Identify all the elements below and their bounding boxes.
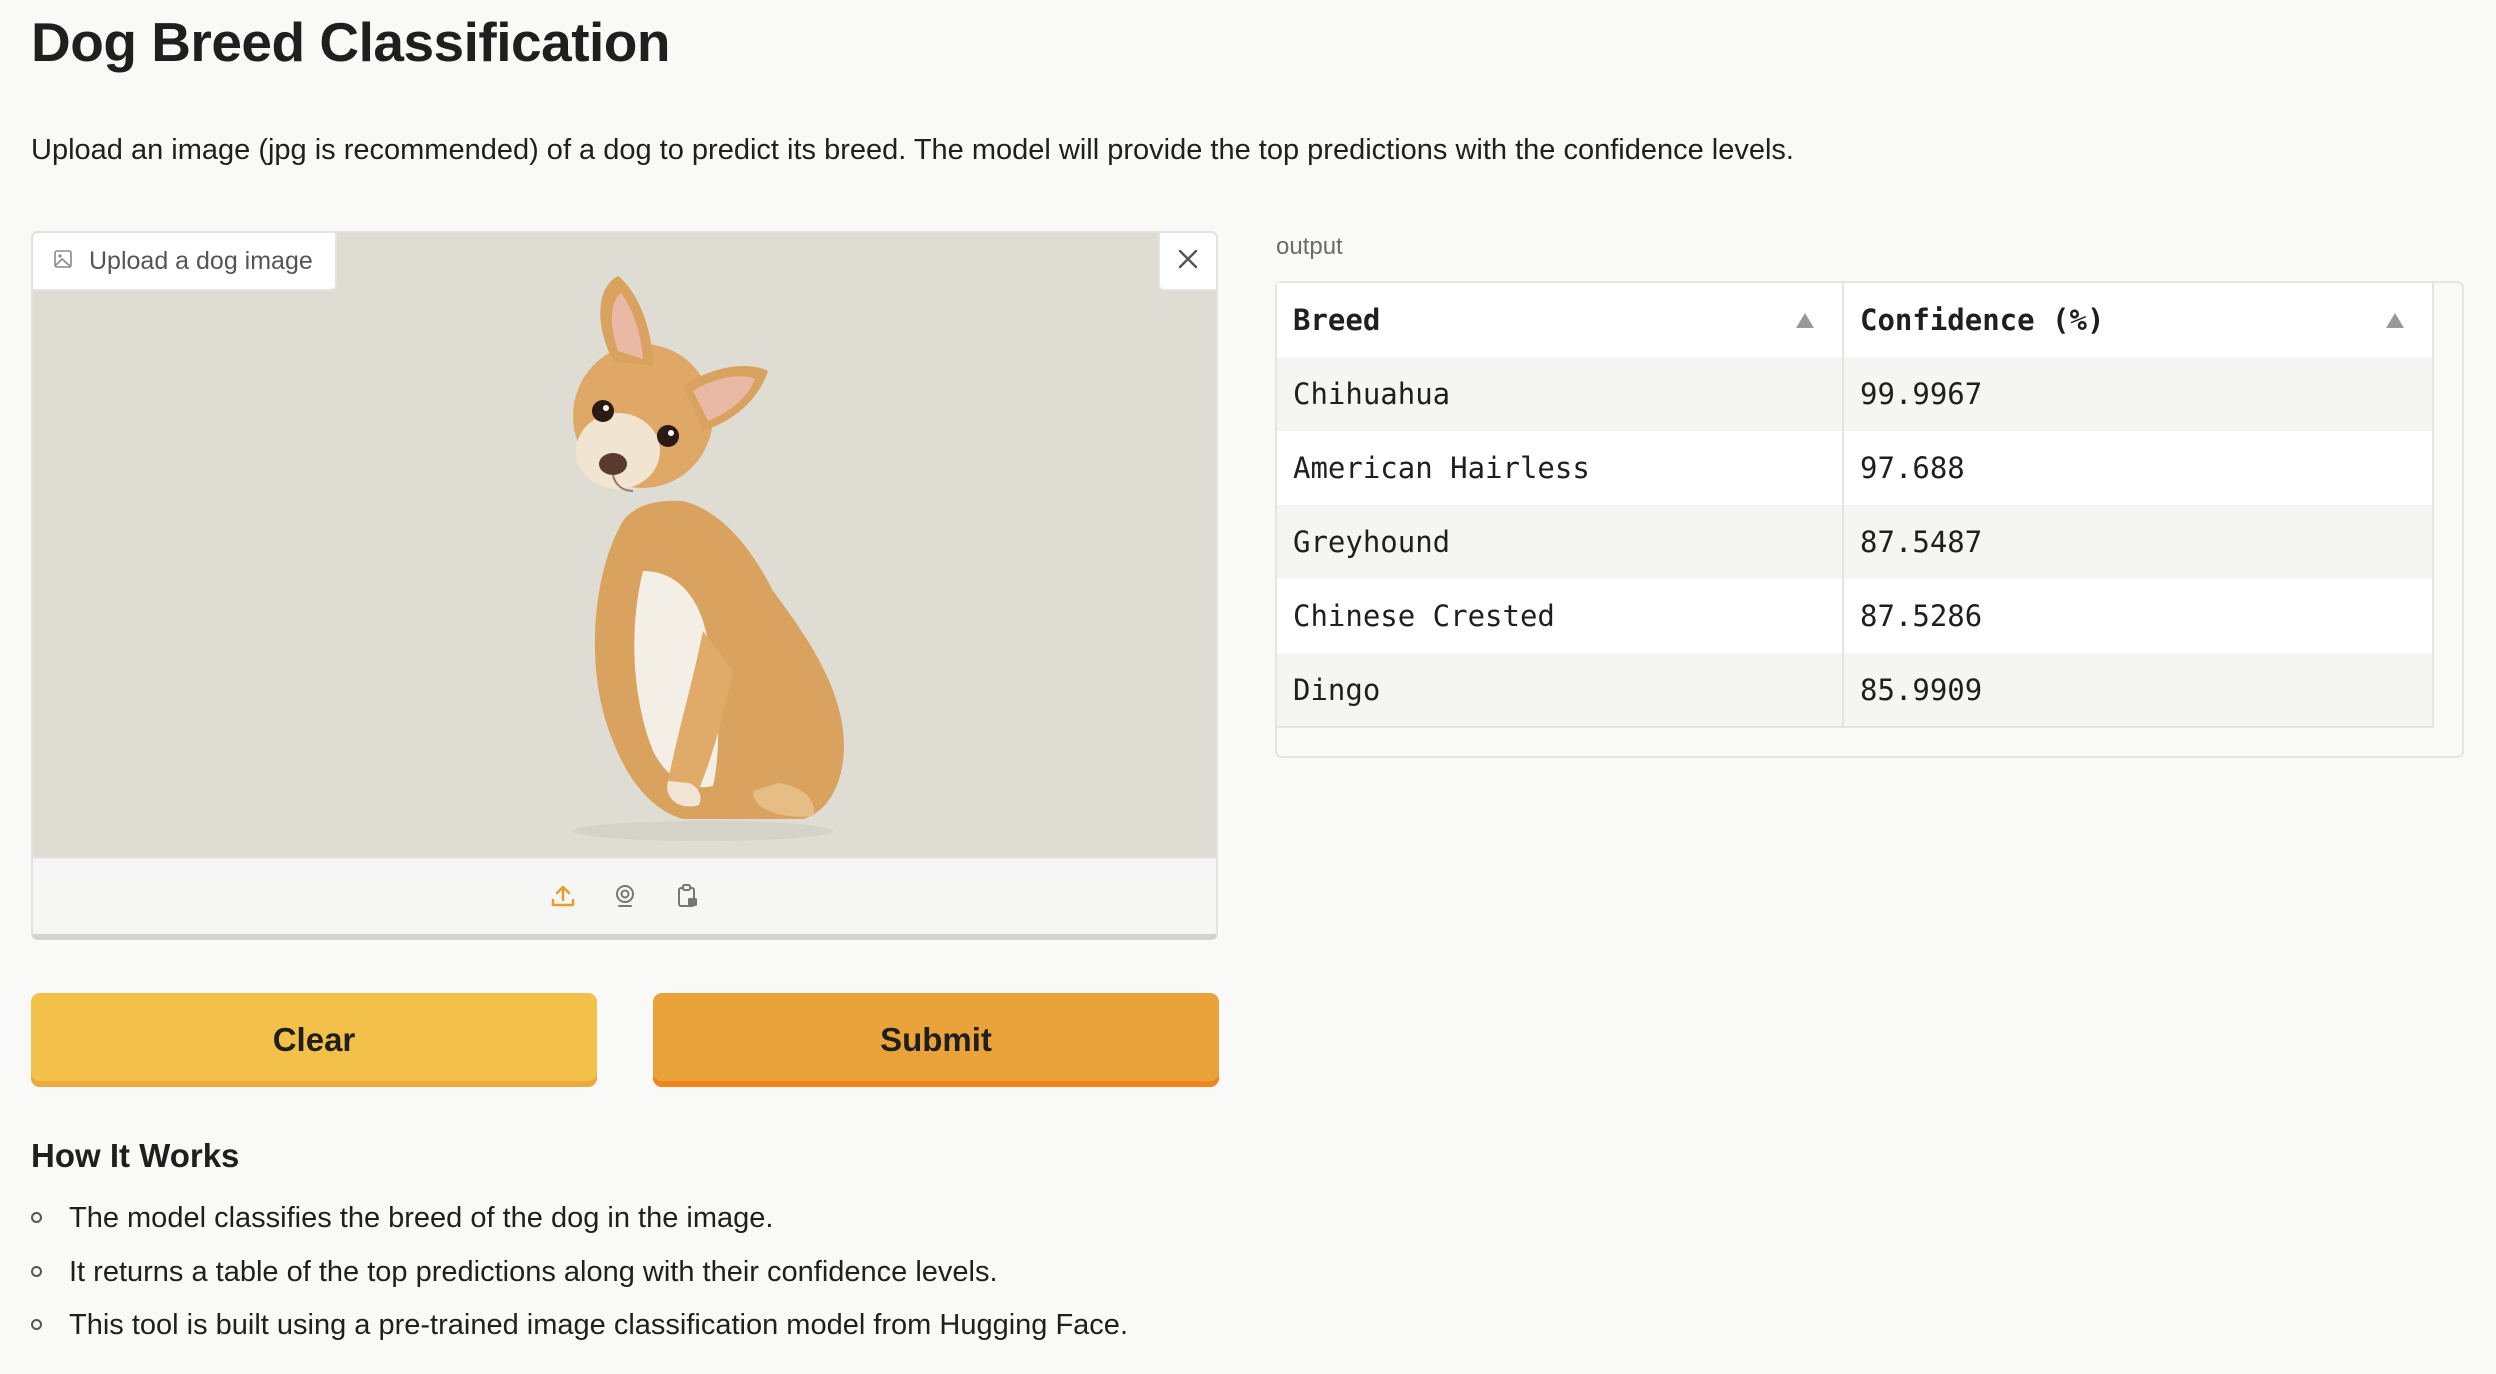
table-row: Chihuahua 99.9967 — [1277, 357, 2433, 431]
image-upload-panel[interactable]: Upload a dog image — [31, 231, 1218, 940]
table-row: American Hairless 97.688 — [1277, 431, 2433, 505]
image-icon — [53, 247, 73, 276]
bullet-icon — [31, 1265, 42, 1277]
submit-button[interactable]: Submit — [653, 993, 1219, 1087]
upload-label: Upload a dog image — [33, 233, 337, 291]
bullet-icon — [31, 1212, 42, 1223]
close-icon — [1176, 247, 1200, 276]
breed-cell[interactable]: Dingo — [1277, 653, 1844, 727]
list-item: The model classifies the breed of the do… — [31, 1194, 1128, 1248]
dog-image — [573, 276, 844, 841]
list-item: This tool is built using a pre-trained i… — [31, 1301, 1128, 1355]
breed-cell[interactable]: Chihuahua — [1277, 357, 1844, 431]
table-row: Dingo 85.9909 — [1277, 653, 2433, 727]
confidence-cell[interactable]: 85.9909 — [1843, 653, 2433, 727]
column-header-breed[interactable]: Breed — [1277, 283, 1844, 357]
upload-icon — [550, 883, 576, 914]
image-source-toolbar — [33, 857, 1216, 934]
confidence-cell[interactable]: 99.9967 — [1843, 357, 2433, 431]
output-panel: Breed Confidence (%) Chihuahua 99.9967 A… — [1275, 281, 2464, 758]
webcam-source-button[interactable] — [609, 883, 641, 915]
predictions-table: Breed Confidence (%) Chihuahua 99.9967 A… — [1277, 283, 2434, 728]
how-it-works-list: The model classifies the breed of the do… — [31, 1194, 1128, 1355]
column-header-label: Breed — [1293, 303, 1381, 337]
upload-label-text: Upload a dog image — [89, 246, 313, 275]
breed-cell[interactable]: Greyhound — [1277, 505, 1844, 579]
sort-arrow-icon[interactable] — [1796, 313, 1814, 328]
image-preview — [33, 233, 1216, 857]
list-item: It returns a table of the top prediction… — [31, 1248, 1128, 1302]
output-label: output — [1276, 233, 1343, 260]
webcam-icon — [612, 883, 638, 914]
breed-cell[interactable]: American Hairless — [1277, 431, 1844, 505]
column-header-label: Confidence (%) — [1860, 303, 2105, 337]
page-title: Dog Breed Classification — [31, 11, 670, 73]
confidence-cell[interactable]: 87.5286 — [1843, 579, 2433, 653]
list-item-text: It returns a table of the top prediction… — [69, 1255, 998, 1288]
clipboard-source-button[interactable] — [671, 883, 703, 915]
table-header-row: Breed Confidence (%) — [1277, 283, 2433, 357]
breed-cell[interactable]: Chinese Crested — [1277, 579, 1844, 653]
confidence-cell[interactable]: 87.5487 — [1843, 505, 2433, 579]
upload-source-button[interactable] — [547, 883, 579, 915]
clipboard-icon — [674, 883, 700, 914]
clear-button[interactable]: Clear — [31, 993, 597, 1087]
clear-image-button[interactable] — [1158, 233, 1216, 291]
page-description: Upload an image (jpg is recommended) of … — [31, 134, 1794, 166]
how-it-works-title: How It Works — [31, 1137, 240, 1174]
confidence-cell[interactable]: 97.688 — [1843, 431, 2433, 505]
table-row: Chinese Crested 87.5286 — [1277, 579, 2433, 653]
list-item-text: The model classifies the breed of the do… — [69, 1202, 774, 1234]
sort-arrow-icon[interactable] — [2386, 313, 2404, 328]
column-header-confidence[interactable]: Confidence (%) — [1843, 283, 2433, 357]
bullet-icon — [31, 1319, 42, 1330]
table-row: Greyhound 87.5487 — [1277, 505, 2433, 579]
list-item-text: This tool is built using a pre-trained i… — [69, 1309, 1128, 1341]
